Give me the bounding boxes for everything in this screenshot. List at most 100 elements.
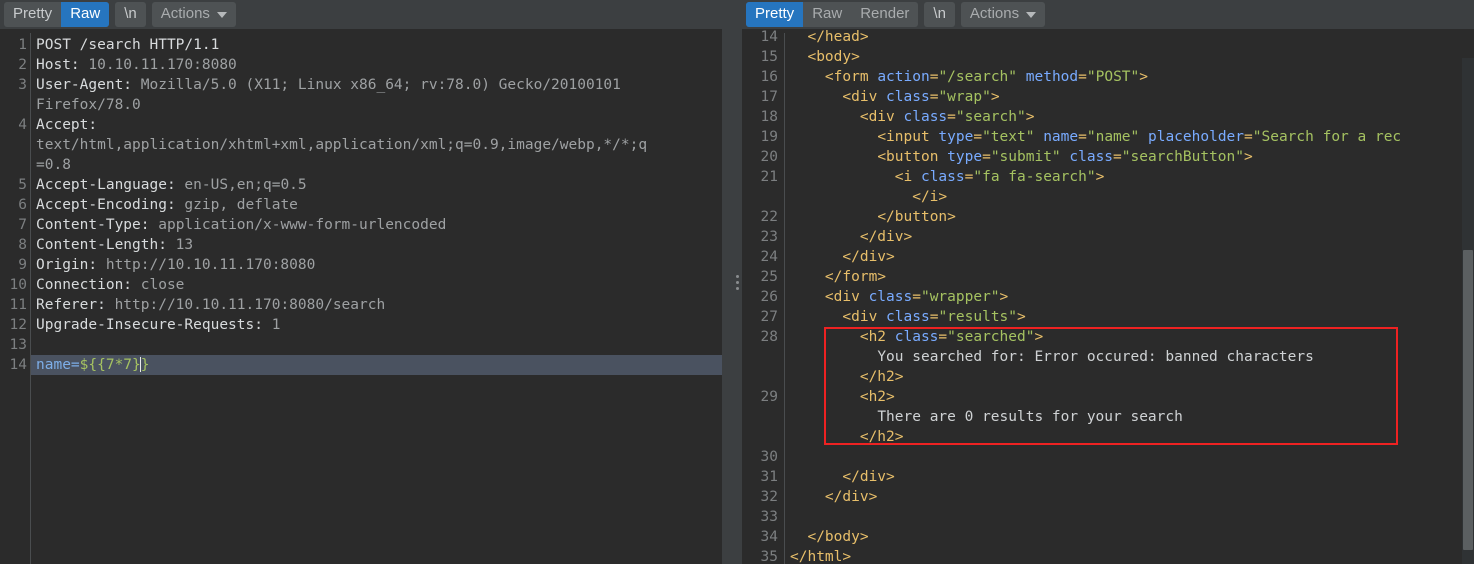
tab-request-pretty[interactable]: Pretty bbox=[4, 2, 61, 27]
panel-splitter-handle[interactable] bbox=[732, 0, 742, 564]
tab-response-pretty[interactable]: Pretty bbox=[746, 2, 804, 27]
request-line[interactable]: Content-Length: 13 bbox=[31, 235, 732, 255]
request-editor[interactable]: 123.4..567891011121314 POST /search HTTP… bbox=[0, 29, 732, 564]
line-number: . bbox=[742, 407, 778, 427]
request-actions-button[interactable]: Actions bbox=[151, 2, 236, 27]
line-number: 16 bbox=[760, 69, 778, 85]
response-line[interactable] bbox=[785, 507, 1474, 527]
response-line[interactable]: You searched for: Error occured: banned … bbox=[785, 347, 1474, 367]
request-line[interactable]: Firefox/78.0 bbox=[31, 95, 732, 115]
line-number: 7 bbox=[18, 217, 27, 233]
line-number: 27 bbox=[760, 309, 778, 325]
line-number: 13 bbox=[9, 337, 27, 353]
line-number: 26 bbox=[760, 289, 778, 305]
request-view-tabs[interactable]: Pretty Raw bbox=[4, 2, 110, 27]
response-newline-button[interactable]: \n bbox=[924, 2, 955, 27]
line-number: 31 bbox=[760, 469, 778, 485]
response-vertical-scrollbar[interactable] bbox=[1462, 58, 1474, 564]
request-newline-button[interactable]: \n bbox=[115, 2, 146, 27]
response-line[interactable]: <body> bbox=[785, 47, 1474, 67]
request-panel: Pretty Raw \n Actions 123.4..56789101112… bbox=[0, 0, 732, 564]
chevron-down-icon bbox=[1026, 11, 1037, 18]
line-number: 21 bbox=[760, 169, 778, 185]
response-line[interactable]: </h2> bbox=[785, 427, 1474, 447]
response-toolbar: Pretty Raw Render \n Actions bbox=[742, 0, 1474, 29]
line-number: 8 bbox=[18, 237, 27, 253]
response-scrollbar-thumb[interactable] bbox=[1463, 250, 1473, 550]
response-line[interactable]: </i> bbox=[785, 187, 1474, 207]
line-number: 14 bbox=[760, 29, 778, 45]
response-line[interactable]: <div class="wrapper"> bbox=[785, 287, 1474, 307]
response-line[interactable]: <h2 class="searched"> bbox=[785, 327, 1474, 347]
line-number: 24 bbox=[760, 249, 778, 265]
request-line[interactable]: Connection: close bbox=[31, 275, 732, 295]
request-toolbar: Pretty Raw \n Actions bbox=[0, 0, 732, 29]
line-number: 32 bbox=[760, 489, 778, 505]
response-line[interactable]: </h2> bbox=[785, 367, 1474, 387]
response-line[interactable]: </div> bbox=[785, 227, 1474, 247]
line-number: . bbox=[0, 95, 27, 115]
line-number: 18 bbox=[760, 109, 778, 125]
line-number: . bbox=[742, 187, 778, 207]
request-line-numbers: 123.4..567891011121314 bbox=[0, 29, 30, 564]
line-number: 28 bbox=[760, 329, 778, 345]
response-actions-button[interactable]: Actions bbox=[960, 2, 1046, 27]
response-line[interactable]: </form> bbox=[785, 267, 1474, 287]
response-line[interactable]: <button type="submit" class="searchButto… bbox=[785, 147, 1474, 167]
request-line[interactable]: Upgrade-Insecure-Requests: 1 bbox=[31, 315, 732, 335]
tab-response-raw[interactable]: Raw bbox=[803, 2, 851, 27]
tab-response-render[interactable]: Render bbox=[851, 2, 918, 27]
request-line[interactable]: User-Agent: Mozilla/5.0 (X11; Linux x86_… bbox=[31, 75, 732, 95]
line-number: 12 bbox=[9, 317, 27, 333]
response-line[interactable]: <div class="search"> bbox=[785, 107, 1474, 127]
response-line[interactable]: </div> bbox=[785, 487, 1474, 507]
response-line[interactable]: <div class="results"> bbox=[785, 307, 1474, 327]
line-number: 23 bbox=[760, 229, 778, 245]
line-number: 1 bbox=[18, 37, 27, 53]
line-number: 22 bbox=[760, 209, 778, 225]
line-number: 10 bbox=[9, 277, 27, 293]
response-line[interactable] bbox=[785, 447, 1474, 467]
response-code-area[interactable]: </head> <body> <form action="/search" me… bbox=[785, 29, 1474, 564]
response-line[interactable]: </body> bbox=[785, 527, 1474, 547]
request-line[interactable]: text/html,application/xhtml+xml,applicat… bbox=[31, 135, 732, 155]
request-line[interactable]: Accept-Language: en-US,en;q=0.5 bbox=[31, 175, 732, 195]
request-line[interactable]: Content-Type: application/x-www-form-url… bbox=[31, 215, 732, 235]
response-line[interactable]: <i class="fa fa-search"> bbox=[785, 167, 1474, 187]
line-number: 9 bbox=[18, 257, 27, 273]
chevron-down-icon bbox=[216, 11, 227, 18]
line-number: 33 bbox=[760, 509, 778, 525]
request-line[interactable]: Accept: bbox=[31, 115, 732, 135]
response-editor[interactable]: 14 15 16 17 18 19 20 21. 22 23 24 25 26 27 28.. 29.. 30 3… bbox=[742, 29, 1474, 564]
response-line[interactable]: <h2> bbox=[785, 387, 1474, 407]
request-line[interactable] bbox=[31, 335, 732, 355]
request-line[interactable]: Host: 10.10.11.170:8080 bbox=[31, 55, 732, 75]
response-actions-label: Actions bbox=[969, 5, 1020, 22]
response-view-tabs[interactable]: Pretty Raw Render bbox=[746, 2, 919, 27]
response-line[interactable]: There are 0 results for your search bbox=[785, 407, 1474, 427]
response-line[interactable]: </button> bbox=[785, 207, 1474, 227]
response-line[interactable]: </html> bbox=[785, 547, 1474, 564]
response-line[interactable]: <div class="wrap"> bbox=[785, 87, 1474, 107]
tab-request-raw[interactable]: Raw bbox=[61, 2, 110, 27]
request-line[interactable]: Referer: http://10.10.11.170:8080/search bbox=[31, 295, 732, 315]
request-code-area[interactable]: POST /search HTTP/1.1 Host: 10.10.11.170:… bbox=[31, 29, 732, 564]
request-line[interactable]: =0.8 bbox=[31, 155, 732, 175]
response-line[interactable]: </div> bbox=[785, 247, 1474, 267]
response-line[interactable]: <form action="/search" method="POST"> bbox=[785, 67, 1474, 87]
request-actions-label: Actions bbox=[160, 5, 210, 22]
line-number: 14 bbox=[9, 357, 27, 373]
response-panel: Pretty Raw Render \n Actions 14 15 16 17 18 1… bbox=[742, 0, 1474, 564]
request-line[interactable]: Accept-Encoding: gzip, deflate bbox=[31, 195, 732, 215]
line-number: 34 bbox=[760, 529, 778, 545]
response-line[interactable]: </head> bbox=[785, 29, 1474, 47]
response-line[interactable]: </div> bbox=[785, 467, 1474, 487]
request-line[interactable]: POST /search HTTP/1.1 bbox=[31, 35, 732, 55]
request-body-line[interactable]: name=${{7*7}} bbox=[31, 355, 732, 375]
line-number: . bbox=[742, 347, 778, 367]
request-line[interactable]: Origin: http://10.10.11.170:8080 bbox=[31, 255, 732, 275]
line-number: 11 bbox=[9, 297, 27, 313]
response-line-numbers: 14 15 16 17 18 19 20 21. 22 23 24 25 26 27 28.. 29.. 30 3… bbox=[742, 29, 784, 564]
response-line[interactable]: <input type="text" name="name" placehold… bbox=[785, 127, 1474, 147]
burp-repeater-window: Pretty Raw \n Actions 123.4..56789101112… bbox=[0, 0, 1474, 564]
